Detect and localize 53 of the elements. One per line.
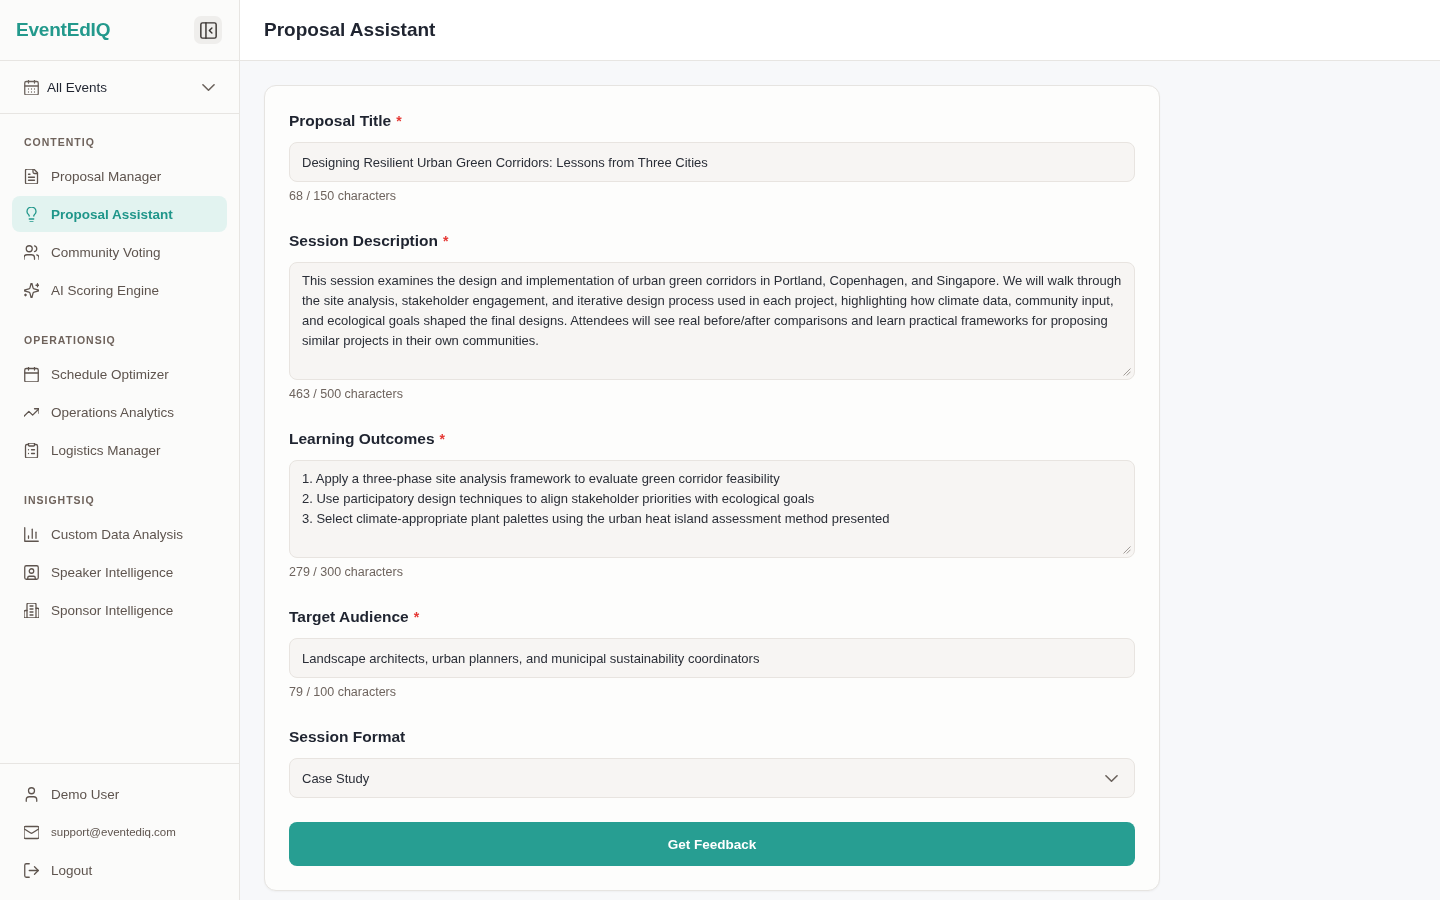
- resize-grip-icon[interactable]: [1123, 368, 1131, 376]
- sidebar-item[interactable]: Custom Data Analysis: [12, 516, 227, 552]
- required-asterisk: *: [443, 232, 449, 251]
- panel-collapse-icon: [199, 21, 217, 39]
- users-icon: [24, 244, 39, 260]
- section-heading: CONTENTIQ: [23, 135, 96, 150]
- calendar-icon: [24, 79, 39, 95]
- required-asterisk: *: [439, 430, 445, 449]
- resize-grip-icon[interactable]: [1123, 546, 1131, 554]
- user-profile-item[interactable]: Demo User: [12, 776, 227, 812]
- section-heading: INSIGHTSIQ: [23, 493, 96, 508]
- sidebar-item[interactable]: Schedule Optimizer: [12, 356, 227, 392]
- user-portrait-icon: [24, 564, 39, 580]
- select-field[interactable]: Case Study: [289, 758, 1135, 798]
- sidebar-item[interactable]: Proposal Manager: [12, 158, 227, 194]
- field-label: Session Description: [289, 231, 438, 251]
- lightbulb-icon: [24, 206, 39, 222]
- field-label: Session Format: [289, 727, 406, 747]
- collapse-sidebar-button[interactable]: [194, 16, 222, 44]
- textarea-field[interactable]: 1. Apply a three-phase site analysis framework to evaluate green corridor feasibility 2. Use participatory design techniques to align stakeholder priorities with ecological goals 3. Select climate-appropriate plant palettes using the urban heat island assessment method presented: [289, 460, 1135, 558]
- text-input-field[interactable]: Designing Resilient Urban Green Corridors: Lessons from Three Cities: [289, 142, 1135, 182]
- logout-icon: [24, 862, 39, 878]
- clipboard-list-icon: [24, 442, 39, 458]
- character-counter: 79 / 100 characters: [289, 684, 397, 701]
- section-heading: OPERATIONSIQ: [23, 333, 117, 348]
- field-label: Target Audience: [289, 607, 409, 627]
- textarea-field[interactable]: This session examines the design and implementation of urban green corridors in Portland, Copenhagen, and Singapore. We will walk through the site analysis, stakeholder engagement, and iterative design process used in each project, highlighting how climate data, community input, and ecological goals shaped the final designs. Attendees will see real before/after comparisons and learn practical frameworks for proposing similar projects in their own communities.: [289, 262, 1135, 380]
- email-link[interactable]: support@eventediq.com: [12, 814, 227, 850]
- field-label: Proposal Title: [289, 111, 392, 131]
- required-asterisk: *: [396, 112, 402, 131]
- character-counter: 68 / 150 characters: [289, 188, 397, 205]
- character-counter: 279 / 300 characters: [289, 564, 404, 581]
- sidebar-item[interactable]: Speaker Intelligence: [12, 554, 227, 590]
- building-icon: [24, 602, 39, 618]
- bar-chart-icon: [24, 526, 39, 542]
- sidebar-item[interactable]: Sponsor Intelligence: [12, 592, 227, 628]
- sidebar-item[interactable]: AI Scoring Engine: [12, 272, 227, 308]
- sidebar-item[interactable]: Community Voting: [12, 234, 227, 270]
- app-logo: EventEdIQ: [16, 19, 111, 41]
- user-icon: [24, 786, 39, 802]
- logout-link[interactable]: Logout: [12, 852, 227, 888]
- sidebar-item[interactable]: Operations Analytics: [12, 394, 227, 430]
- character-counter: 463 / 500 characters: [289, 386, 404, 403]
- sidebar-item[interactable]: Logistics Manager: [12, 432, 227, 468]
- field-label: Learning Outcomes: [289, 429, 435, 449]
- mail-icon: [24, 824, 39, 840]
- calendar-icon: [24, 366, 39, 382]
- document-icon: [24, 168, 39, 184]
- text-input-field[interactable]: Landscape architects, urban planners, and municipal sustainability coordinators: [289, 638, 1135, 678]
- page-title: Proposal Assistant: [264, 19, 436, 41]
- sparkles-icon: [24, 282, 39, 298]
- required-asterisk: *: [413, 608, 420, 627]
- event-selector[interactable]: All Events: [12, 69, 227, 105]
